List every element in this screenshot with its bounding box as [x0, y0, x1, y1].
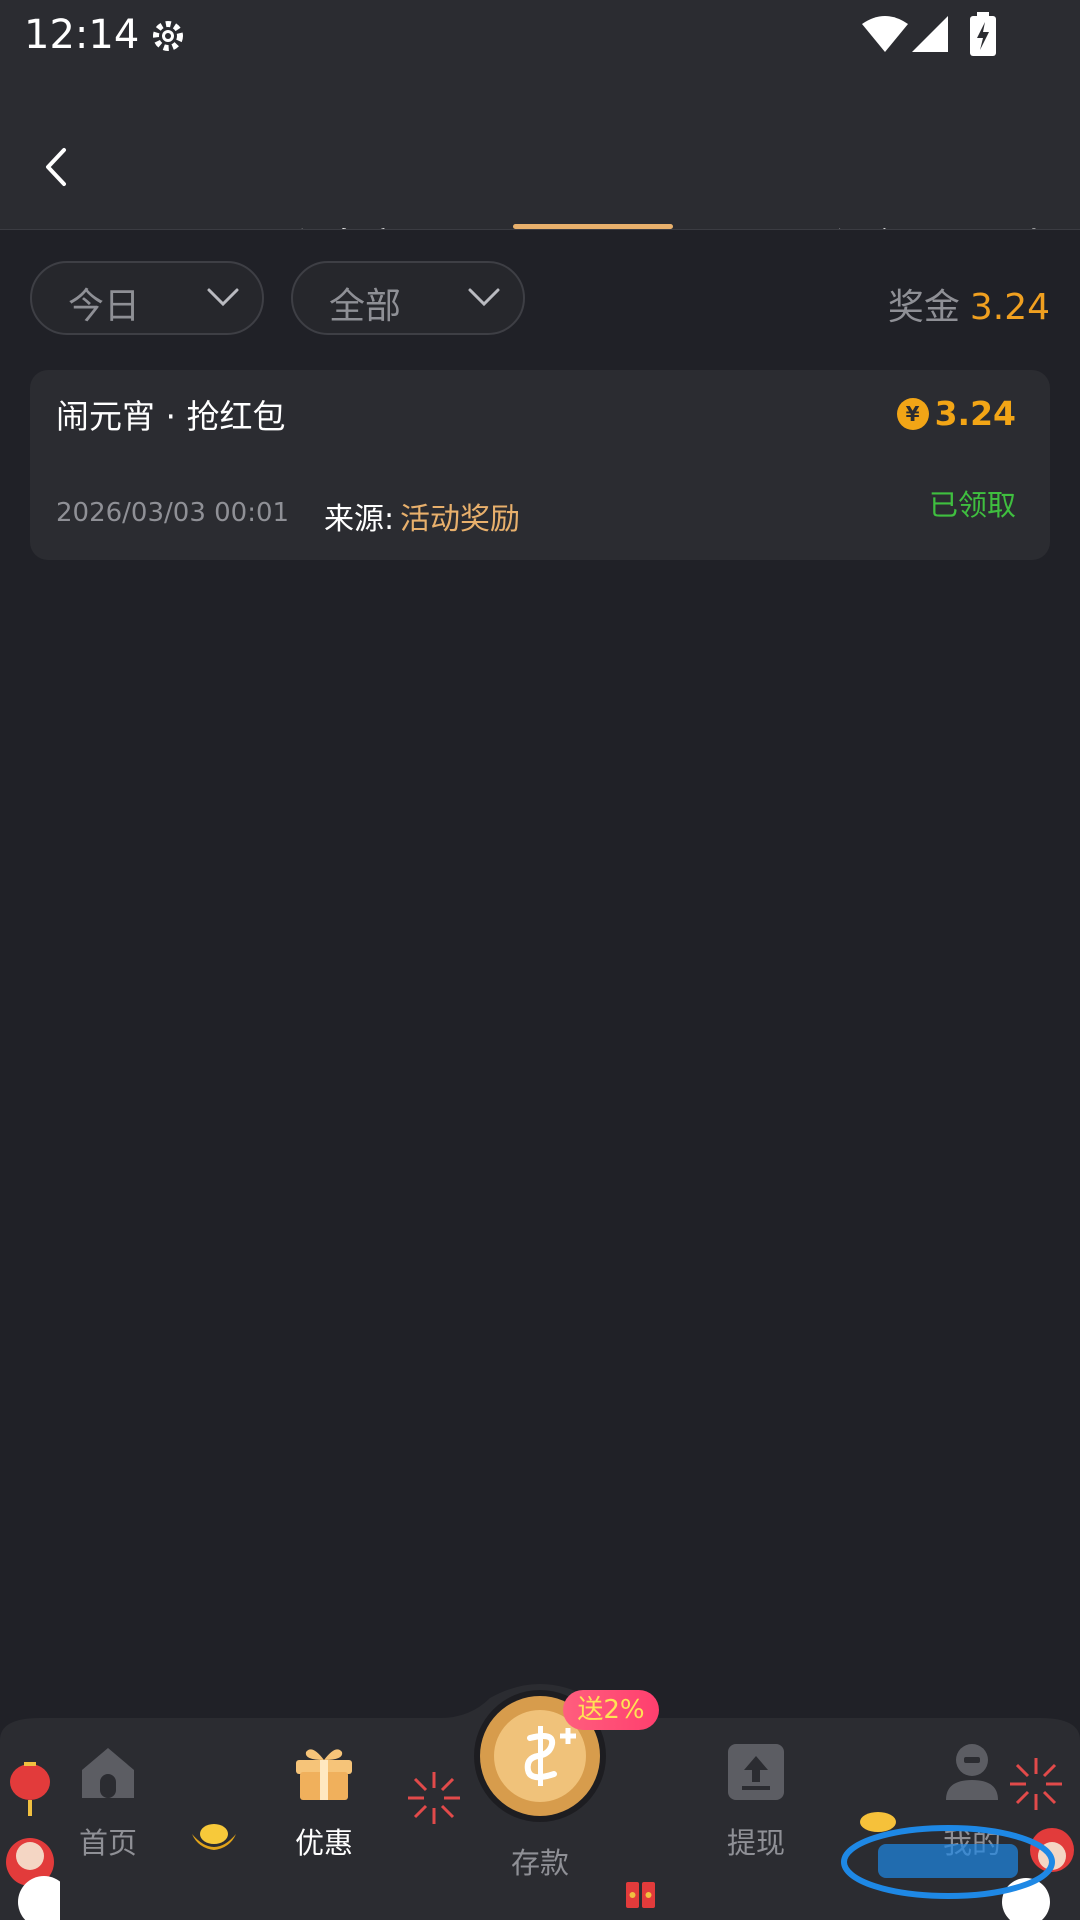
record-title: 闹元宵 · 抢红包	[56, 397, 286, 436]
withdraw-icon	[724, 1740, 788, 1808]
date-filter-label: 今日	[68, 286, 141, 327]
bonus-total: 奖金 3.24	[888, 278, 1050, 330]
tabs-divider	[0, 229, 1080, 230]
tab-claim[interactable]: 领取	[106, 216, 164, 230]
tab-interest[interactable]: 利息宝	[284, 216, 404, 230]
bonus-value: 3.24	[969, 287, 1050, 328]
nav-deposit-label: 存款	[510, 1846, 569, 1880]
tab-lucky[interactable]: 幸运	[1014, 216, 1080, 230]
record-amount: 3.24	[934, 394, 1016, 433]
nav-withdraw[interactable]: 提现	[686, 1740, 826, 1860]
lantern-decoration-icon	[6, 1762, 60, 1920]
type-filter-label: 全部	[329, 286, 402, 327]
signal-icon	[910, 14, 950, 58]
record-source-value: 活动奖励	[400, 502, 520, 537]
nav-withdraw-label: 提现	[726, 1826, 785, 1860]
record-card: 闹元宵 · 抢红包 ¥ 3.24 已领取 2026/03/03 00:01 来源…	[30, 370, 1050, 560]
yuan-coin-icon: ¥	[896, 397, 929, 430]
gold-ingot-icon	[192, 1824, 236, 1850]
chevron-down-icon	[206, 285, 240, 313]
nav-promotions[interactable]: 优惠	[254, 1740, 394, 1860]
status-bar: 12:14	[0, 0, 1080, 72]
record-source-label: 来源:	[324, 502, 395, 537]
status-time: 12:14	[24, 12, 140, 58]
record-time: 2026/03/03 00:01	[56, 498, 290, 528]
type-filter-dropdown[interactable]: 全部	[291, 261, 525, 335]
date-filter-dropdown[interactable]: 今日	[30, 261, 264, 335]
tab-bar: 领取 利息宝 领取记录 公积金 幸运	[0, 72, 1080, 230]
back-button[interactable]	[36, 142, 76, 192]
firework-icon	[1010, 1758, 1062, 1810]
record-status: 已领取	[928, 488, 1016, 522]
bonus-label: 奖金	[887, 287, 960, 328]
wifi-icon	[862, 16, 908, 56]
profile-icon	[940, 1740, 1004, 1808]
red-envelope-icon	[626, 1882, 655, 1908]
firework-icon	[408, 1772, 460, 1824]
battery-charging-icon	[968, 12, 998, 60]
home-icon	[76, 1740, 140, 1808]
settings-gear-icon	[148, 16, 188, 60]
deposit-promo-badge: 送2%	[563, 1690, 659, 1730]
gift-icon	[292, 1740, 356, 1808]
chevron-down-icon	[467, 285, 501, 313]
record-amount-group: ¥ 3.24	[896, 394, 1016, 433]
community-watermark-logo-icon	[841, 1812, 1055, 1899]
nav-promotions-label: 优惠	[294, 1826, 353, 1860]
tab-provident-fund[interactable]: 公积金	[784, 216, 904, 230]
